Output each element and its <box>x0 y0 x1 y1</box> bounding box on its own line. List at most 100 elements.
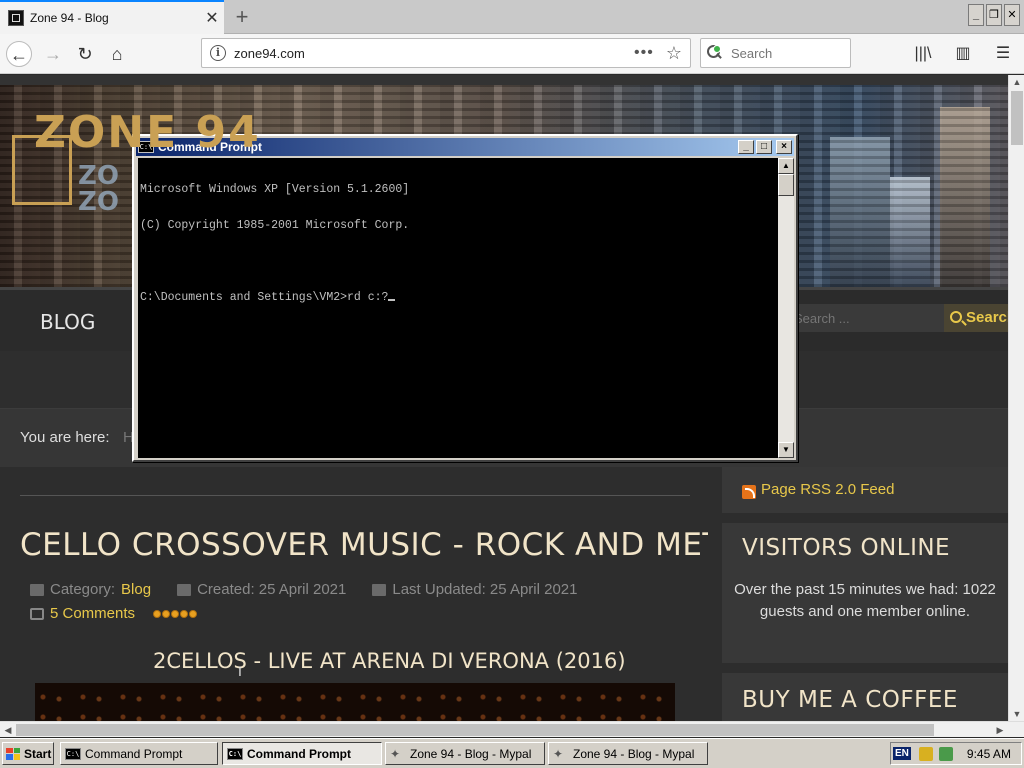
text-cursor-icon <box>388 299 396 301</box>
taskbar-item-browser-1[interactable]: ✦ Zone 94 - Blog - Mypal <box>385 742 545 765</box>
star-icon <box>171 609 180 618</box>
clock[interactable]: 9:45 AM <box>967 747 1011 761</box>
cmd-prompt-line[interactable]: C:\Documents and Settings\VM2>rd c:? <box>140 292 776 304</box>
video-embed[interactable] <box>35 683 675 721</box>
restore-button[interactable]: ❐ <box>986 4 1002 26</box>
rss-feed-link[interactable]: Page RSS 2.0 Feed <box>761 481 894 498</box>
video-title: 2CELLOS - LIVE AT ARENA DI VERONA (2016) <box>153 649 626 673</box>
page-horizontal-scrollbar[interactable]: ◀ ▶ <box>0 721 1024 737</box>
tab-title: Zone 94 - Blog <box>30 11 109 25</box>
divider <box>20 495 690 496</box>
visitors-title: VISITORS ONLINE <box>742 535 951 561</box>
calendar-edit-icon <box>372 583 387 596</box>
page-vertical-scrollbar[interactable]: ▲ ▼ <box>1008 75 1024 721</box>
address-bar[interactable]: i zone94.com ••• ☆ <box>201 38 691 68</box>
coffee-widget: BUY ME A COFFEE <box>722 673 1008 721</box>
system-tray: EN 9:45 AM <box>890 742 1022 765</box>
search-icon <box>950 311 962 323</box>
back-icon[interactable]: ← <box>6 41 32 67</box>
rating-stars[interactable] <box>153 609 198 618</box>
cmd-close-button[interactable]: × <box>776 140 792 154</box>
new-tab-button[interactable]: + <box>230 4 254 30</box>
article-comments: 5 Comments <box>30 605 198 622</box>
cmd-scroll-thumb[interactable] <box>778 174 794 196</box>
library-icon[interactable]: |||\ <box>910 41 936 67</box>
comments-link[interactable]: 5 Comments <box>50 605 135 622</box>
cmd-minimize-button[interactable]: _ <box>738 140 754 154</box>
calendar-icon <box>177 583 192 596</box>
minimize-button[interactable]: _ <box>968 4 984 26</box>
close-tab-icon[interactable]: ✕ <box>200 8 224 28</box>
folder-icon <box>30 583 44 596</box>
category-link[interactable]: Blog <box>121 581 151 598</box>
star-icon <box>189 609 198 618</box>
scroll-right-icon[interactable]: ▶ <box>992 722 1008 738</box>
rss-widget: Page RSS 2.0 Feed <box>722 467 1008 513</box>
scroll-up-icon[interactable]: ▲ <box>1009 75 1024 89</box>
cmd-scroll-down-icon[interactable]: ▼ <box>778 442 794 458</box>
star-icon <box>180 609 189 618</box>
search-engine-icon[interactable] <box>707 45 723 61</box>
bookmark-star-icon[interactable]: ☆ <box>666 43 682 64</box>
browser-icon: ✦ <box>390 746 401 761</box>
cmd-icon: C:\ <box>227 747 243 760</box>
site-logo[interactable]: ZONE 94 <box>34 107 261 158</box>
sidebar: Page RSS 2.0 Feed VISITORS ONLINE Over t… <box>708 467 1008 721</box>
toolbar-right: |||\ ▥ ☰ <box>910 41 1016 67</box>
cmd-line: Microsoft Windows XP [Version 5.1.2600] <box>140 183 410 196</box>
article: CELLO CROSSOVER MUSIC - ROCK AND METAL C… <box>0 467 758 721</box>
reload-icon[interactable]: ↻ <box>72 41 98 67</box>
taskbar-item-cmd-2[interactable]: C:\ Command Prompt <box>222 742 382 765</box>
star-icon <box>162 609 171 618</box>
cmd-maximize-button[interactable]: □ <box>756 140 772 154</box>
browser-search-box[interactable] <box>700 38 851 68</box>
home-icon[interactable]: ⌂ <box>104 41 130 67</box>
site-search-button[interactable]: Search <box>944 304 1008 332</box>
security-shield-icon[interactable] <box>918 746 933 761</box>
created-date: Created: 25 April 2021 <box>197 581 347 598</box>
article-title[interactable]: CELLO CROSSOVER MUSIC - ROCK AND METAL <box>20 527 759 563</box>
coffee-title: BUY ME A COFFEE <box>742 687 958 713</box>
browser-search-input[interactable] <box>731 45 841 61</box>
visitors-text: Over the past 15 minutes we had: 1022 gu… <box>734 581 996 620</box>
text-cursor-icon: I <box>238 663 242 679</box>
url-text[interactable]: zone94.com <box>234 46 634 61</box>
language-indicator[interactable]: EN <box>893 747 911 760</box>
scroll-down-icon[interactable]: ▼ <box>1009 707 1024 721</box>
site-search-input[interactable] <box>790 304 950 332</box>
comment-icon <box>30 607 44 620</box>
cmd-icon: C:\ <box>65 747 81 760</box>
tab-zone94[interactable]: Zone 94 - Blog ✕ <box>0 0 224 34</box>
command-prompt-window[interactable]: C:\ Command Prompt _ □ × Microsoft Windo… <box>132 134 798 462</box>
network-icon[interactable] <box>938 746 953 761</box>
window-controls: _ ❐ ✕ <box>968 4 1020 26</box>
star-icon <box>153 609 162 618</box>
taskbar-item-cmd-1[interactable]: C:\ Command Prompt <box>60 742 218 765</box>
cmd-scroll-up-icon[interactable]: ▲ <box>778 158 794 174</box>
windows-logo-icon <box>6 747 20 760</box>
navigation-toolbar: ← → ↻ ⌂ i zone94.com ••• ☆ |||\ ▥ ☰ <box>0 34 1024 74</box>
browser-icon: ✦ <box>553 746 564 761</box>
scroll-left-icon[interactable]: ◀ <box>0 722 16 738</box>
nav-item-blog[interactable]: BLOG <box>40 310 95 334</box>
article-meta: Category: Blog Created: 25 April 2021 La… <box>30 581 578 598</box>
sidebar-icon[interactable]: ▥ <box>950 41 976 67</box>
updated-date: Last Updated: 25 April 2021 <box>392 581 578 598</box>
cmd-console[interactable]: Microsoft Windows XP [Version 5.1.2600] … <box>138 158 778 458</box>
rss-icon <box>742 485 756 499</box>
page-actions-icon[interactable]: ••• <box>634 44 654 62</box>
taskbar-item-browser-2[interactable]: ✦ Zone 94 - Blog - Mypal <box>548 742 708 765</box>
tab-bar: Zone 94 - Blog ✕ + _ ❐ ✕ <box>0 0 1024 34</box>
menu-icon[interactable]: ☰ <box>990 41 1016 67</box>
scrollbar-thumb[interactable] <box>1011 91 1023 145</box>
category-label: Category: <box>50 581 116 598</box>
close-window-button[interactable]: ✕ <box>1004 4 1020 26</box>
visitors-widget: VISITORS ONLINE Over the past 15 minutes… <box>722 523 1008 663</box>
cmd-scrollbar[interactable]: ▲ ▼ <box>778 158 794 458</box>
site-favicon-icon <box>8 10 24 26</box>
scrollbar-thumb[interactable] <box>16 724 934 736</box>
forward-icon[interactable]: → <box>40 41 66 67</box>
start-button[interactable]: Start <box>2 742 54 765</box>
site-info-icon[interactable]: i <box>210 45 226 61</box>
taskbar: Start C:\ Command Prompt C:\ Command Pro… <box>0 738 1024 768</box>
